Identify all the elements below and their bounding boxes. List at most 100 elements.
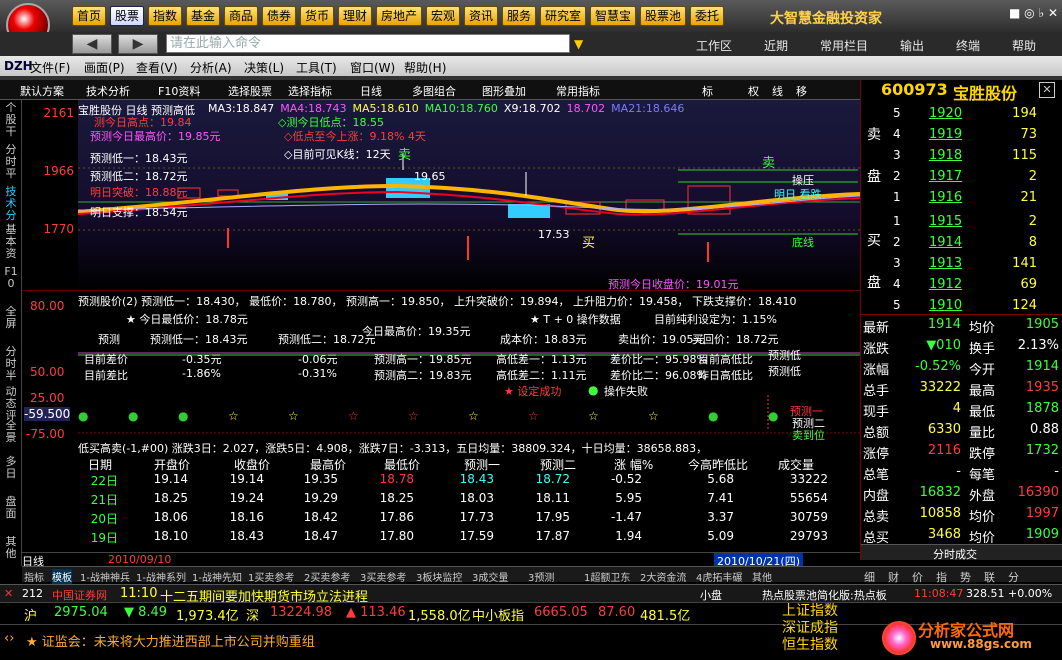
menu-view[interactable]: 画面(P) — [84, 59, 125, 76]
toolbar-help[interactable]: 帮助 — [1012, 37, 1036, 54]
nav-11[interactable]: 服务 — [502, 6, 536, 26]
vtab-3[interactable]: 基本资 — [2, 224, 20, 260]
vtab-2[interactable]: 技术分 — [2, 186, 20, 222]
nav-8[interactable]: 房地产 — [376, 6, 422, 26]
right-tab[interactable]: 联 — [984, 569, 995, 585]
nav-5[interactable]: 债券 — [262, 6, 296, 26]
ob-price[interactable]: 1919 — [929, 127, 962, 142]
nav-13[interactable]: 智慧宝 — [590, 6, 636, 26]
nav-1[interactable]: 股票 — [110, 6, 144, 26]
f10-info[interactable]: F10资料 — [158, 83, 200, 99]
move-tool[interactable]: 移 — [796, 83, 807, 99]
toolbar-common[interactable]: 常用栏目 — [820, 37, 868, 54]
weight-tool[interactable]: 权 — [748, 83, 759, 99]
ob-price[interactable]: 1918 — [929, 148, 962, 163]
ob-price[interactable]: 1913 — [929, 256, 962, 271]
nav-9[interactable]: 宏观 — [426, 6, 460, 26]
nav-10[interactable]: 资讯 — [464, 6, 498, 26]
vtab-5[interactable]: 全屏 — [2, 306, 20, 330]
vtab-0[interactable]: 个股干 — [2, 102, 20, 138]
select-indicator[interactable]: 选择指标 — [288, 83, 332, 99]
indicator-panel[interactable]: 预测股价(2) 预测低一：18.430， 最低价：18.780， 预测高一：19… — [22, 290, 860, 442]
indicator-tab[interactable]: 1超额卫东 — [584, 569, 630, 584]
dropdown-arrow-icon[interactable]: ▼ — [574, 37, 583, 51]
menu-file[interactable]: 文件(F) — [30, 59, 70, 76]
nav-14[interactable]: 股票池 — [640, 6, 686, 26]
indicator-tab[interactable]: 1-战神神兵 — [80, 569, 130, 584]
indicator-tab[interactable]: 3买卖参考 — [360, 569, 406, 584]
indicator-tab[interactable]: 模板 — [52, 569, 72, 584]
vtab-11[interactable]: 其他 — [2, 536, 20, 560]
kline-chart[interactable]: 宝胜股份 日线 预测高低 MA3:18.847 MA4:18.743 MA5:18.… — [78, 100, 860, 291]
toolbar-recent[interactable]: 近期 — [764, 37, 788, 54]
forward-button[interactable]: ▶ — [118, 34, 158, 54]
menu-analysis[interactable]: 分析(A) — [190, 59, 232, 76]
vtab-10[interactable]: 盘面 — [2, 496, 20, 520]
nav-4[interactable]: 商品 — [224, 6, 258, 26]
indicator-tab[interactable]: 1-战神先知 — [192, 569, 242, 584]
right-tab[interactable]: 势 — [960, 569, 971, 585]
ob-price[interactable]: 1914 — [929, 235, 962, 250]
right-tab[interactable]: 价 — [912, 569, 923, 585]
vtab-7[interactable]: 动态评 — [2, 386, 20, 422]
indicator-tab[interactable]: 3成交量 — [472, 569, 508, 584]
ob-price[interactable]: 1915 — [929, 214, 962, 229]
menu-window[interactable]: 窗口(W) — [350, 59, 395, 76]
nav-15[interactable]: 委托 — [690, 6, 724, 26]
overlay[interactable]: 图形叠加 — [482, 83, 526, 99]
ob-price[interactable]: 1916 — [929, 190, 962, 205]
indicator-tab[interactable]: 2买卖参考 — [304, 569, 350, 584]
daily-data-table[interactable]: 低买高卖(-1,#00) 涨跌3日：2.027，涨跌5日：4.908，涨跌7日：… — [22, 440, 860, 552]
nav-0[interactable]: 首页 — [72, 6, 106, 26]
ob-price[interactable]: 1917 — [929, 169, 962, 184]
idx-quick[interactable]: 深证成指 — [782, 620, 852, 637]
common-indicator[interactable]: 常用指标 — [556, 83, 600, 99]
menu-look[interactable]: 查看(V) — [136, 59, 178, 76]
nav-6[interactable]: 货币 — [300, 6, 334, 26]
vtab-1[interactable]: 分时平 — [2, 144, 20, 180]
nav-2[interactable]: 指数 — [148, 6, 182, 26]
index-quick-list[interactable]: 上证指数 深证成指 恒生指数 — [782, 603, 852, 654]
back-button[interactable]: ◀ — [72, 34, 112, 54]
indicator-tab[interactable]: 4虎拓丰碾 — [696, 569, 742, 584]
tech-analysis[interactable]: 技术分析 — [86, 83, 130, 99]
mark-tool[interactable]: 标 — [702, 83, 713, 99]
idx-quick[interactable]: 上证指数 — [782, 603, 852, 620]
menu-decision[interactable]: 决策(L) — [244, 59, 284, 76]
command-input[interactable]: 请在此输入命令 — [166, 34, 570, 53]
right-tab[interactable]: 财 — [888, 569, 899, 585]
indicator-tab[interactable]: 1买卖参考 — [248, 569, 294, 584]
indicator-tab[interactable]: 1-战神系列 — [136, 569, 186, 584]
menu-tools[interactable]: 工具(T) — [296, 59, 337, 76]
vtab-8[interactable]: 全景 — [2, 420, 20, 444]
default-scheme[interactable]: 默认方案 — [20, 83, 64, 99]
right-tab[interactable]: 指 — [936, 569, 947, 585]
menu-help[interactable]: 帮助(H) — [404, 59, 446, 76]
line-tool[interactable]: 线 — [772, 83, 783, 99]
select-stock[interactable]: 选择股票 — [228, 83, 272, 99]
nav-7[interactable]: 理财 — [338, 6, 372, 26]
toolbar-terminal[interactable]: 终端 — [956, 37, 980, 54]
tick-tab[interactable]: 分时成交 — [933, 546, 977, 562]
indicator-tab[interactable]: 3板块监控 — [416, 569, 462, 584]
vtab-9[interactable]: 多日 — [2, 456, 20, 480]
ob-price[interactable]: 1910 — [929, 298, 962, 313]
ob-price[interactable]: 1920 — [929, 106, 962, 121]
right-tab[interactable]: 分 — [1008, 569, 1019, 585]
idx-quick[interactable]: 恒生指数 — [782, 637, 852, 654]
toolbar-output[interactable]: 输出 — [900, 37, 924, 54]
indicator-tab[interactable]: 指标 — [24, 569, 44, 584]
close-icon[interactable]: ✕ — [1039, 82, 1055, 98]
period-day[interactable]: 日线 — [360, 83, 382, 99]
indicator-tab[interactable]: 其他 — [752, 569, 772, 584]
toolbar-workspace[interactable]: 工作区 — [696, 37, 732, 54]
nav-12[interactable]: 研究室 — [540, 6, 586, 26]
right-tab[interactable]: 细 — [864, 569, 875, 585]
nav-3[interactable]: 基金 — [186, 6, 220, 26]
news-text[interactable]: ★ 证监会：未来将大力推进西部上市公司并购重组 — [26, 631, 315, 650]
close-icon[interactable]: ✕ — [4, 587, 13, 600]
vtab-4[interactable]: F10 — [2, 266, 20, 290]
ob-price[interactable]: 1912 — [929, 277, 962, 292]
indicator-tab[interactable]: 3预测 — [528, 569, 554, 584]
window-controls[interactable]: ■ ◎ ♭ ✕ — [1009, 6, 1058, 20]
